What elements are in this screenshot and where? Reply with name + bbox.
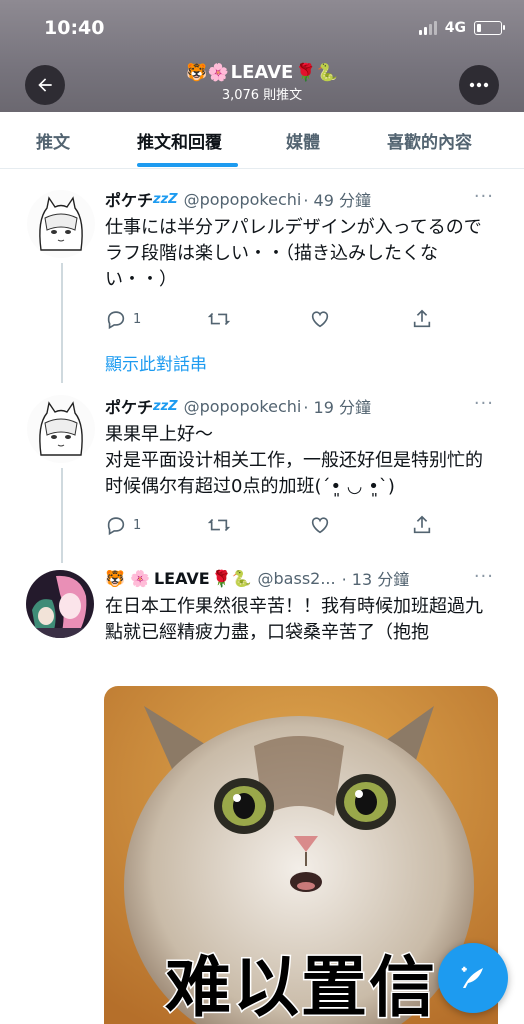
more-button[interactable] bbox=[459, 65, 499, 105]
avatar-illustration bbox=[27, 395, 95, 463]
retweet-button[interactable] bbox=[207, 308, 231, 330]
tab-tweets-and-replies[interactable]: 推文和回覆 bbox=[137, 128, 222, 153]
like-icon bbox=[311, 517, 329, 534]
display-name[interactable]: ポケチ bbox=[105, 394, 153, 418]
profile-header: 10:40 4G 🐯🌸 LEAVE 🌹🐍 3,076 則推文 bbox=[0, 0, 524, 112]
like-icon bbox=[311, 311, 329, 328]
reply-icon bbox=[107, 311, 125, 330]
user-handle[interactable]: @popopokechi bbox=[184, 190, 302, 209]
tweet-time[interactable]: · 13 分鐘 bbox=[342, 566, 410, 590]
tweet-text: 在日本工作果然很辛苦！！我有時候加班超過九點就已經精疲力盡，口袋桑辛苦了（抱抱 bbox=[105, 596, 483, 643]
user-handle[interactable]: @bass2... bbox=[258, 569, 336, 588]
compose-button[interactable] bbox=[438, 943, 508, 1013]
battery-icon bbox=[474, 21, 505, 35]
name-suffix: zzZ bbox=[153, 191, 178, 207]
retweet-icon bbox=[207, 518, 231, 532]
thread-connector bbox=[61, 468, 63, 563]
tweet-header: ポケチ zzZ @popopokechi · 19 分鐘 bbox=[105, 394, 371, 418]
retweet-icon bbox=[207, 312, 231, 326]
tweet-actions: 1 bbox=[105, 308, 435, 330]
like-button[interactable] bbox=[309, 514, 331, 536]
reply-icon bbox=[107, 517, 125, 536]
reply-count: 1 bbox=[133, 517, 142, 533]
show-thread-link[interactable]: 顯示此對話串 bbox=[105, 350, 207, 375]
tweet-count: 3,076 則推文 bbox=[221, 88, 303, 103]
tab-likes[interactable]: 喜歡的內容 bbox=[387, 128, 472, 153]
status-time: 10:40 bbox=[44, 17, 105, 39]
reply-button[interactable]: 1 bbox=[105, 514, 141, 536]
user-handle[interactable]: @popopokechi bbox=[184, 397, 302, 416]
profile-name: 🐯🌸 LEAVE 🌹🐍 bbox=[186, 62, 338, 83]
like-button[interactable] bbox=[309, 308, 331, 330]
tweet-actions: 1 bbox=[105, 514, 435, 536]
profile-tabs: 推文 推文和回覆 媒體 喜歡的內容 bbox=[0, 112, 524, 169]
avatar[interactable] bbox=[27, 190, 95, 258]
tweet-header: 🐯 🌸 LEAVE 🌹🐍 @bass2... · 13 分鐘 bbox=[105, 566, 409, 590]
share-button[interactable] bbox=[411, 514, 433, 536]
tweet-text: 仕事には半分アパレルデザインが入ってるのでラフ段階は楽しい・・（描き込みしたくな… bbox=[105, 217, 482, 290]
avatar[interactable] bbox=[26, 570, 94, 638]
tweet-more-icon[interactable]: ··· bbox=[474, 186, 494, 207]
avatar[interactable] bbox=[27, 395, 95, 463]
name-suffix: 🌹🐍 bbox=[211, 568, 252, 588]
retweet-button[interactable] bbox=[207, 514, 231, 536]
display-name[interactable]: ポケチ bbox=[105, 187, 153, 211]
tab-tweets[interactable]: 推文 bbox=[36, 128, 70, 153]
tweet-more-icon[interactable]: ··· bbox=[474, 566, 494, 587]
tweet-time[interactable]: · 19 分鐘 bbox=[303, 394, 371, 418]
tweet-header: ポケチ zzZ @popopokechi · 49 分鐘 bbox=[105, 187, 371, 211]
share-button[interactable] bbox=[411, 308, 433, 330]
tweet-text-line: 对是平面设计相关工作，一般还好但是特别忙的时候偶尔有超过0点的加班(ˊ•͈ ◡ … bbox=[105, 450, 483, 497]
display-name[interactable]: LEAVE bbox=[154, 569, 210, 588]
tweet-text: 果果早上好～ 对是平面设计相关工作，一般还好但是特别忙的时候偶尔有超过0点的加班… bbox=[105, 422, 495, 500]
thread-connector bbox=[61, 263, 63, 383]
share-icon bbox=[413, 309, 431, 328]
reply-count: 1 bbox=[133, 311, 142, 327]
tweet-more-icon[interactable]: ··· bbox=[474, 393, 494, 414]
tab-media[interactable]: 媒體 bbox=[286, 128, 320, 153]
network-label: 4G bbox=[444, 20, 466, 36]
share-icon bbox=[413, 515, 431, 534]
avatar-illustration bbox=[26, 570, 94, 638]
name-prefix: 🐯 🌸 bbox=[105, 568, 150, 588]
active-tab-indicator bbox=[137, 163, 238, 167]
name-suffix: zzZ bbox=[153, 398, 178, 414]
profile-title-block: 🐯🌸 LEAVE 🌹🐍 3,076 則推文 bbox=[0, 62, 524, 103]
more-icon bbox=[469, 82, 489, 88]
tweet-time[interactable]: · 49 分鐘 bbox=[303, 187, 371, 211]
signal-icon bbox=[418, 21, 437, 35]
compose-icon bbox=[461, 966, 483, 988]
avatar-illustration bbox=[27, 190, 95, 258]
status-icons: 4G bbox=[418, 20, 505, 36]
tweet-text-line: 果果早上好～ bbox=[105, 424, 213, 445]
reply-button[interactable]: 1 bbox=[105, 308, 141, 330]
